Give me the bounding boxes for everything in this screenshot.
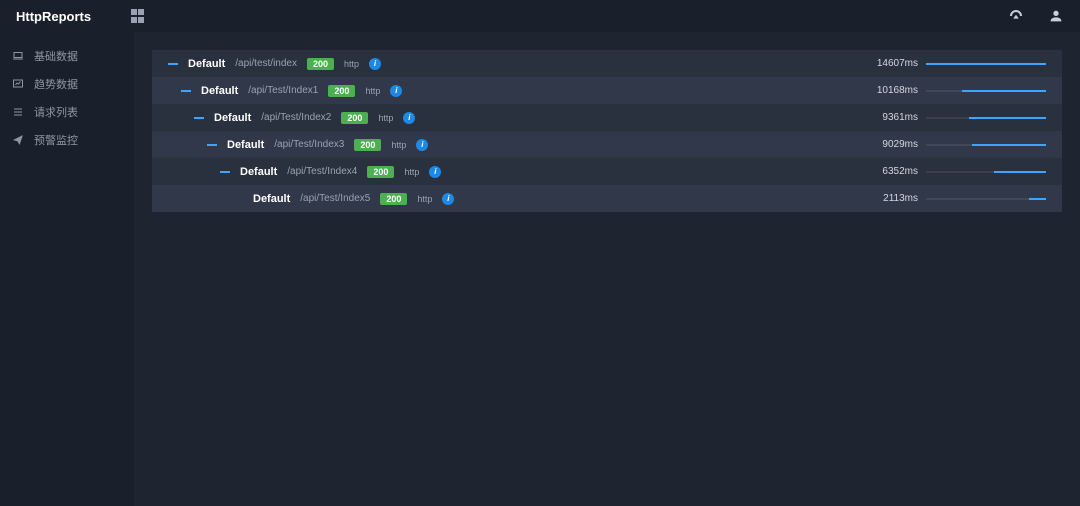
trace-row[interactable]: Default/api/Test/Index3 200 httpi 9029ms bbox=[152, 131, 1062, 158]
sidebar-item-request-list[interactable]: 请求列表 bbox=[0, 98, 134, 126]
trace-row-right: 10168ms bbox=[877, 85, 1062, 96]
service-name: Default bbox=[227, 139, 264, 151]
app-header: HttpReports bbox=[0, 0, 1080, 32]
header-right bbox=[1008, 8, 1064, 24]
duration-bar-fill bbox=[972, 144, 1046, 146]
trace-row-left: Default/api/Test/Index4 200 httpi bbox=[220, 166, 441, 178]
status-badge: 200 bbox=[367, 166, 394, 178]
route-path: /api/Test/Index1 bbox=[248, 85, 318, 96]
layout: 基础数据 趋势数据 请求列表 预警监控 Default/api/test/ind… bbox=[0, 32, 1080, 506]
info-icon[interactable]: i bbox=[390, 85, 402, 97]
status-badge: 200 bbox=[380, 193, 407, 205]
trace-row-right: 9029ms bbox=[882, 139, 1062, 150]
service-name: Default bbox=[201, 85, 238, 97]
duration-label: 9029ms bbox=[882, 139, 918, 150]
protocol-label: http bbox=[417, 194, 432, 204]
route-path: /api/Test/Index3 bbox=[274, 139, 344, 150]
protocol-label: http bbox=[391, 140, 406, 150]
trace-row-left: Default/api/Test/Index5 200 httpi bbox=[233, 193, 454, 205]
sidebar: 基础数据 趋势数据 请求列表 预警监控 bbox=[0, 32, 134, 506]
duration-label: 2113ms bbox=[883, 193, 918, 204]
sidebar-item-alert-monitor[interactable]: 预警监控 bbox=[0, 126, 134, 154]
info-icon[interactable]: i bbox=[403, 112, 415, 124]
route-path: /api/test/index bbox=[235, 58, 297, 69]
duration-bar-fill bbox=[969, 117, 1046, 119]
collapse-icon[interactable] bbox=[181, 90, 191, 92]
trace-row-left: Default/api/test/index 200 httpi bbox=[168, 58, 381, 70]
service-name: Default bbox=[188, 58, 225, 70]
app-title: HttpReports bbox=[16, 9, 91, 24]
route-path: /api/Test/Index5 bbox=[300, 193, 370, 204]
header-left: HttpReports bbox=[16, 9, 145, 24]
duration-bar-track bbox=[926, 63, 1046, 65]
trace-row[interactable]: Default/api/Test/Index4 200 httpi 6352ms bbox=[152, 158, 1062, 185]
protocol-label: http bbox=[365, 86, 380, 96]
collapse-icon[interactable] bbox=[194, 117, 204, 119]
duration-bar-track bbox=[926, 90, 1046, 92]
info-icon[interactable]: i bbox=[429, 166, 441, 178]
trace-row-right: 14607ms bbox=[877, 58, 1062, 69]
duration-bar-fill bbox=[994, 171, 1046, 173]
duration-bar-fill bbox=[1029, 198, 1046, 200]
sidebar-item-label: 预警监控 bbox=[34, 132, 78, 148]
status-badge: 200 bbox=[354, 139, 381, 151]
sidebar-item-basic-data[interactable]: 基础数据 bbox=[0, 42, 134, 70]
duration-bar-fill bbox=[962, 90, 1046, 92]
duration-label: 9361ms bbox=[882, 112, 918, 123]
info-icon[interactable]: i bbox=[442, 193, 454, 205]
duration-label: 6352ms bbox=[882, 166, 918, 177]
dashboard-icon[interactable] bbox=[1008, 8, 1024, 24]
status-badge: 200 bbox=[307, 58, 334, 70]
user-icon[interactable] bbox=[1048, 8, 1064, 24]
trace-row-right: 2113ms bbox=[883, 193, 1062, 204]
duration-label: 14607ms bbox=[877, 58, 918, 69]
trace-row[interactable]: Default/api/Test/Index1 200 httpi 10168ms bbox=[152, 77, 1062, 104]
service-name: Default bbox=[253, 193, 290, 205]
trace-row-left: Default/api/Test/Index2 200 httpi bbox=[194, 112, 415, 124]
collapse-icon[interactable] bbox=[207, 144, 217, 146]
collapse-icon[interactable] bbox=[220, 171, 230, 173]
send-icon bbox=[12, 134, 24, 146]
route-path: /api/Test/Index4 bbox=[287, 166, 357, 177]
duration-bar-track bbox=[926, 198, 1046, 200]
duration-bar-track bbox=[926, 117, 1046, 119]
trace-row[interactable]: Default/api/Test/Index5 200 httpi 2113ms bbox=[152, 185, 1062, 212]
service-name: Default bbox=[214, 112, 251, 124]
trace-row-right: 9361ms bbox=[882, 112, 1062, 123]
trace-row[interactable]: Default/api/test/index 200 httpi 14607ms bbox=[152, 50, 1062, 77]
status-badge: 200 bbox=[328, 85, 355, 97]
info-icon[interactable]: i bbox=[369, 58, 381, 70]
laptop-icon bbox=[12, 50, 24, 62]
sidebar-item-label: 请求列表 bbox=[34, 104, 78, 120]
protocol-label: http bbox=[344, 59, 359, 69]
collapse-icon[interactable] bbox=[168, 63, 178, 65]
trace-row-left: Default/api/Test/Index3 200 httpi bbox=[207, 139, 428, 151]
duration-bar-fill bbox=[926, 63, 1046, 65]
sidebar-item-label: 趋势数据 bbox=[34, 76, 78, 92]
trace-panel: Default/api/test/index200httpi14607msDef… bbox=[152, 50, 1062, 212]
protocol-label: http bbox=[404, 167, 419, 177]
trace-row-right: 6352ms bbox=[882, 166, 1062, 177]
duration-bar-track bbox=[926, 144, 1046, 146]
sidebar-item-label: 基础数据 bbox=[34, 48, 78, 64]
route-path: /api/Test/Index2 bbox=[261, 112, 331, 123]
list-icon bbox=[12, 106, 24, 118]
service-name: Default bbox=[240, 166, 277, 178]
trace-row-left: Default/api/Test/Index1 200 httpi bbox=[181, 85, 402, 97]
info-icon[interactable]: i bbox=[416, 139, 428, 151]
grid-menu-icon[interactable] bbox=[131, 9, 145, 23]
sidebar-item-trend-data[interactable]: 趋势数据 bbox=[0, 70, 134, 98]
trace-row[interactable]: Default/api/Test/Index2 200 httpi 9361ms bbox=[152, 104, 1062, 131]
protocol-label: http bbox=[378, 113, 393, 123]
status-badge: 200 bbox=[341, 112, 368, 124]
duration-bar-track bbox=[926, 171, 1046, 173]
main-content: Default/api/test/index200httpi14607msDef… bbox=[134, 32, 1080, 506]
duration-label: 10168ms bbox=[877, 85, 918, 96]
chart-icon bbox=[12, 78, 24, 90]
